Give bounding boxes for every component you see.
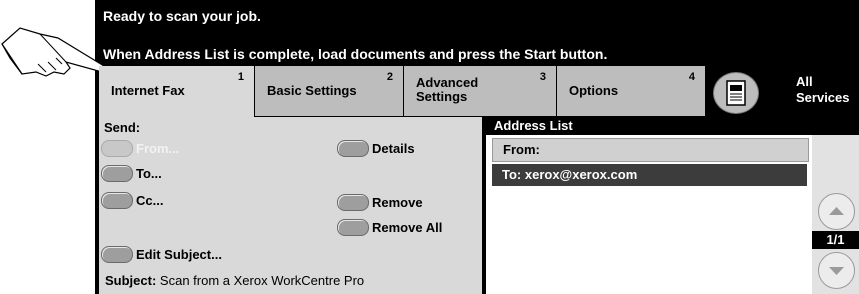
address-list-header: Address List — [486, 117, 859, 135]
radio-oval — [101, 140, 133, 157]
tab-number: 1 — [237, 71, 244, 83]
tab-label: Internet Fax — [111, 83, 185, 98]
address-row-to[interactable]: To: xerox@xerox.com — [492, 164, 807, 186]
radio-oval — [337, 219, 369, 236]
scroll-up-button[interactable] — [818, 193, 855, 230]
radio-oval — [101, 165, 133, 182]
send-title: Send: — [104, 120, 141, 135]
status-message: Ready to scan your job. — [103, 8, 261, 24]
all-services-label[interactable]: All Services — [796, 74, 850, 106]
radio-oval — [101, 192, 133, 209]
all-services-icon — [726, 80, 746, 106]
tab-basic-settings[interactable]: Basic Settings 2 — [255, 66, 403, 116]
tab-internet-fax[interactable]: Internet Fax 1 — [99, 66, 254, 120]
remove-button[interactable]: Remove — [337, 194, 423, 211]
arrow-down-icon — [829, 267, 844, 275]
subject-value: Scan from a Xerox WorkCentre Pro — [159, 273, 365, 288]
tab-advanced-settings[interactable]: Advanced Settings 3 — [404, 66, 556, 116]
radio-oval — [337, 140, 369, 157]
tab-number: 3 — [539, 71, 546, 83]
radio-oval — [337, 194, 369, 211]
tab-label-line2: Settings — [416, 89, 468, 104]
cc-button[interactable]: Cc... — [101, 192, 163, 209]
edit-subject-button[interactable]: Edit Subject... — [101, 246, 222, 263]
from-button[interactable]: From... — [101, 140, 179, 157]
address-row-from[interactable]: From: — [492, 138, 809, 162]
tab-label: Options — [569, 83, 619, 98]
to-button[interactable]: To... — [101, 165, 162, 182]
tab-label: Basic Settings — [267, 83, 357, 98]
instruction-message: When Address List is complete, load docu… — [103, 46, 608, 62]
tab-label-line1: Advanced — [416, 75, 479, 90]
tab-number: 2 — [386, 71, 393, 83]
scroll-down-button[interactable] — [818, 252, 855, 289]
arrow-up-icon — [829, 207, 844, 215]
tab-number: 4 — [688, 71, 695, 83]
pointing-hand-icon — [1, 27, 105, 77]
remove-all-button[interactable]: Remove All — [337, 219, 442, 236]
tab-options[interactable]: Options 4 — [557, 66, 705, 116]
page-indicator: 1/1 — [812, 231, 859, 249]
subject-line: Subject: Scan from a Xerox WorkCentre Pr… — [105, 273, 364, 288]
details-button[interactable]: Details — [337, 140, 415, 157]
subject-label: Subject: — [105, 273, 157, 288]
radio-oval — [101, 246, 133, 263]
all-services-button[interactable] — [713, 72, 759, 114]
